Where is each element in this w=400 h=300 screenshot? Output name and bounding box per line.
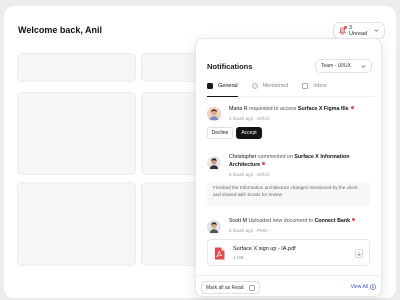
dashboard-card xyxy=(17,182,136,266)
notification-action: Uploaded new document to xyxy=(248,218,313,224)
tab-mentioned[interactable]: Mentioned xyxy=(251,83,289,97)
panel-footer: Mark all as Read View All xyxy=(196,275,383,298)
checkbox-icon xyxy=(249,284,255,291)
notification-action: commented on xyxy=(257,154,293,160)
accept-button[interactable]: Accept xyxy=(236,127,262,139)
avatar xyxy=(207,156,221,170)
unread-dot-icon xyxy=(350,106,354,109)
dashboard-card xyxy=(17,92,136,175)
comment-preview: Finished the Information architecture ch… xyxy=(207,182,370,206)
notification-action: requested to access xyxy=(249,106,297,112)
unread-dot-icon xyxy=(352,218,356,221)
tab-label: General xyxy=(218,83,238,89)
at-icon xyxy=(251,83,258,89)
mark-all-read-button[interactable]: Mark all as Read xyxy=(201,281,260,294)
panel-title: Notifications xyxy=(207,62,253,71)
decline-button[interactable]: Decline xyxy=(207,127,233,139)
inbox-filled-icon xyxy=(207,83,213,89)
unread-notifications-button[interactable]: 3 Unread xyxy=(333,22,385,39)
dashboard-card xyxy=(17,53,136,82)
view-all-label: View All xyxy=(350,284,368,290)
notifications-panel: Notifications Team - UI/UX General Menti… xyxy=(195,38,383,298)
notification-meta: 2 hours ago . UI/UX xyxy=(229,116,270,121)
notification-meta: 6 hours ago . UI/UX xyxy=(229,172,270,177)
arrow-circle-icon xyxy=(370,284,376,290)
notification-text: Maria R requested to access Surface X Fi… xyxy=(229,106,374,114)
notification-text: Christopher commented on Surface X Infor… xyxy=(229,154,374,169)
tab-label: Inbox xyxy=(313,83,327,89)
download-icon[interactable] xyxy=(355,249,363,258)
bell-icon xyxy=(339,25,347,35)
notification-author: Christopher xyxy=(229,154,257,160)
notification-target-link[interactable]: Connect Bank xyxy=(314,218,350,224)
unread-dot-icon xyxy=(262,161,266,165)
notification-target-link[interactable]: Surface X Figma file xyxy=(298,106,349,112)
page-title: Welcome back, Anil xyxy=(18,25,103,35)
file-name: Surface X sign up - IA.pdf xyxy=(233,246,296,252)
notification-text: Scott M Uploaded new document to Connect… xyxy=(229,218,374,226)
notification-author: Maria R xyxy=(229,106,248,112)
tab-inbox[interactable]: Inbox xyxy=(302,83,327,97)
pdf-file-icon xyxy=(215,247,225,260)
unread-count-label: 3 Unread xyxy=(349,24,368,37)
avatar xyxy=(207,107,221,121)
chevron-down-icon xyxy=(361,64,366,68)
attached-file[interactable]: Surface X sign up - IA.pdf 4 MB xyxy=(207,239,370,266)
tab-label: Mentioned xyxy=(262,83,289,89)
notification-meta: 8 hours ago . PMO xyxy=(229,228,268,233)
mark-all-read-label: Mark all as Read xyxy=(206,284,244,291)
inbox-icon xyxy=(302,83,309,89)
team-select[interactable]: Team - UI/UX xyxy=(315,59,372,73)
team-select-value: Team - UI/UX xyxy=(321,63,352,69)
avatar xyxy=(207,220,221,234)
chevron-down-icon xyxy=(374,29,379,32)
tab-general[interactable]: General xyxy=(207,83,238,97)
file-size: 4 MB xyxy=(233,255,244,260)
notification-author: Scott M xyxy=(229,218,247,224)
notification-tabs: General Mentioned Inbox xyxy=(207,83,375,97)
view-all-link[interactable]: View All xyxy=(351,284,376,290)
unread-dot-icon xyxy=(344,25,347,29)
